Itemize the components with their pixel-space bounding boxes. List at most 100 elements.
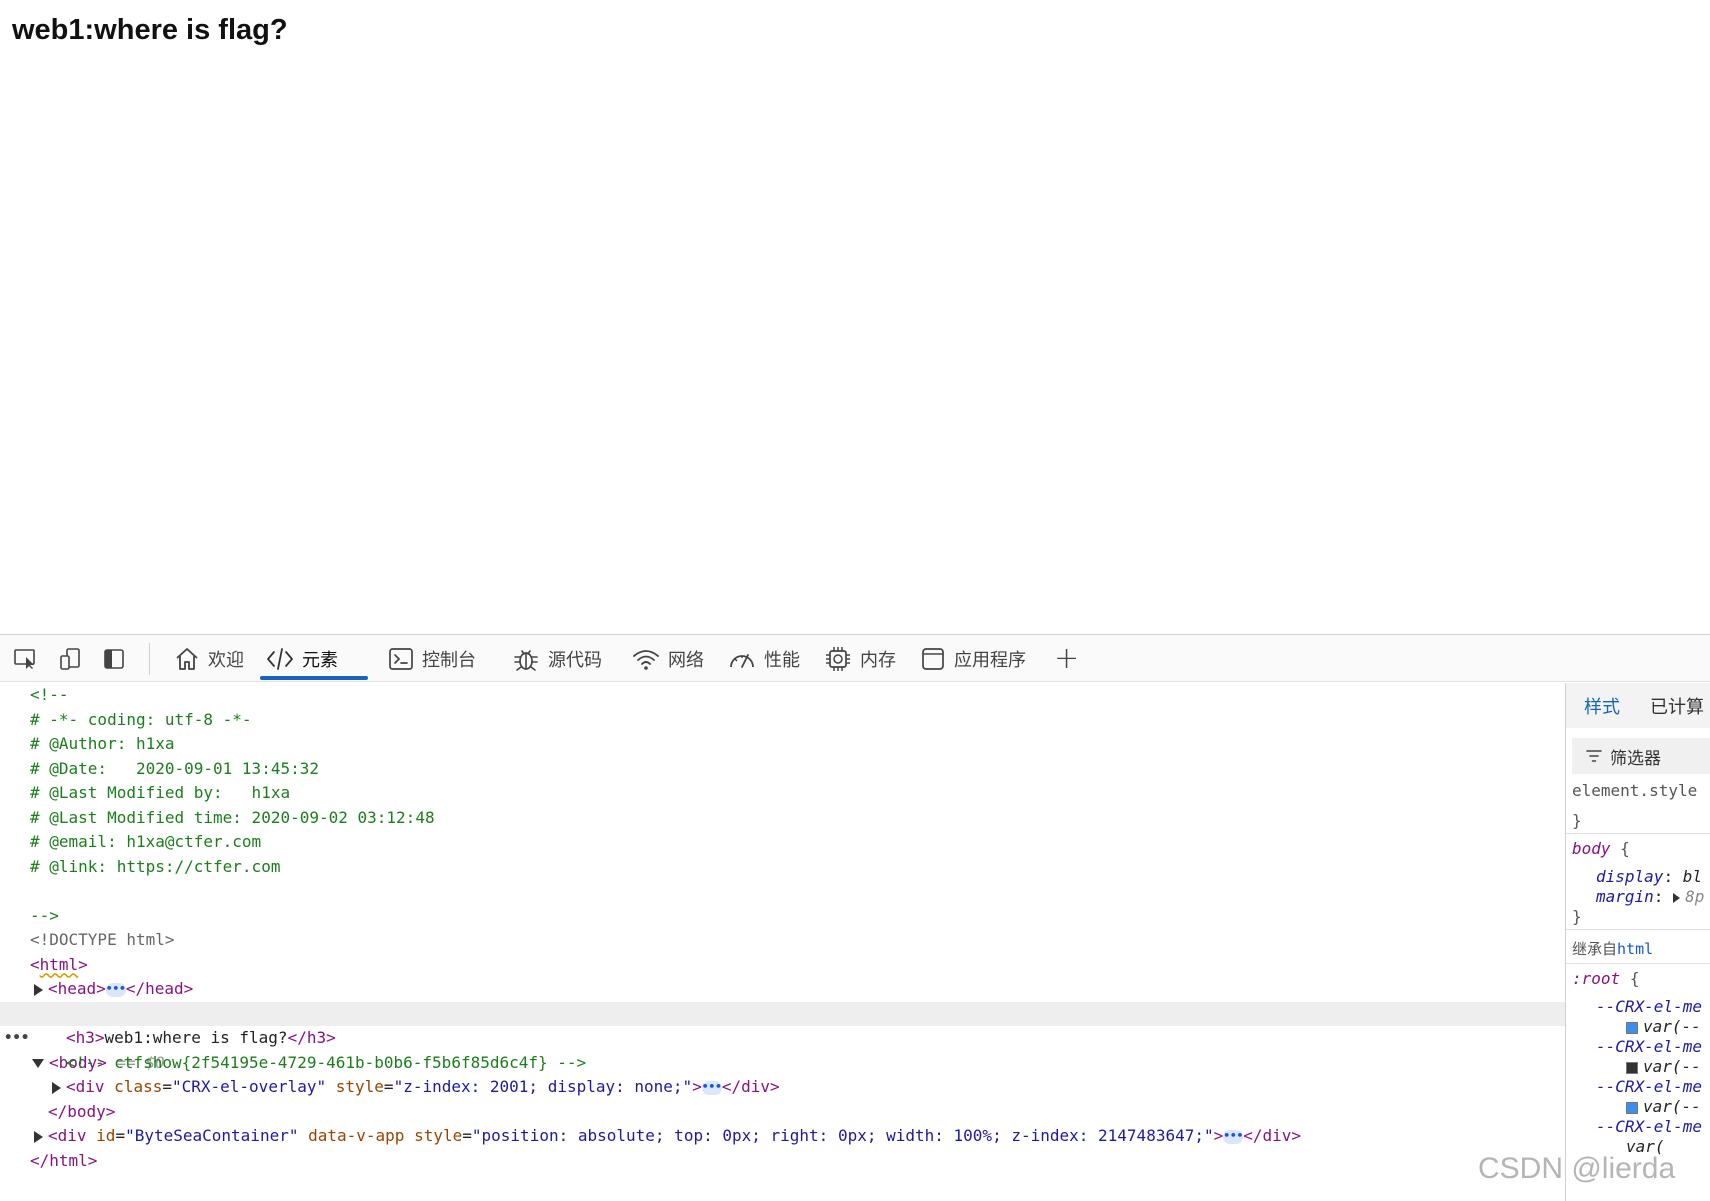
- color-swatch[interactable]: [1626, 1021, 1638, 1034]
- close-brace: }: [1572, 811, 1582, 830]
- tab-network-label: 网络: [668, 649, 704, 671]
- property-value: var(--: [1643, 1097, 1701, 1116]
- css-property[interactable]: display: bl: [1596, 867, 1702, 886]
- collapse-arrow-icon[interactable]: [32, 1058, 44, 1068]
- comment-line[interactable]: # -*- coding: utf-8 -*-: [30, 708, 1565, 733]
- flag-comment-node[interactable]: <!-- ctfshow{2f54195e-4729-461b-b0b6-f5b…: [66, 1051, 1565, 1076]
- filter-icon: [1586, 750, 1602, 762]
- expand-arrow-icon[interactable]: [34, 983, 43, 996]
- bytesea-div-node[interactable]: <div id="ByteSeaContainer" data-v-app st…: [34, 1124, 1565, 1149]
- expand-arrow-icon[interactable]: [34, 1130, 43, 1143]
- tab-console[interactable]: 控制台: [382, 635, 482, 682]
- open-brace: {: [1620, 839, 1630, 858]
- property-name: --CRX-el-me: [1596, 1117, 1702, 1136]
- ellipsis-button[interactable]: •••: [1223, 1129, 1244, 1144]
- body-close-tag-name: body: [67, 1101, 106, 1121]
- add-tab-button[interactable]: +: [1048, 635, 1085, 682]
- tab-performance[interactable]: 性能: [722, 635, 806, 682]
- html-close-node[interactable]: </html>: [30, 1149, 1565, 1174]
- attr-value: "ByteSeaContainer": [125, 1126, 299, 1145]
- head-node[interactable]: <head>•••</head>: [34, 977, 1565, 1002]
- dock-side-icon[interactable]: [100, 645, 128, 673]
- color-swatch[interactable]: [1626, 1061, 1638, 1074]
- css-variable[interactable]: --CRX-el-me: [1596, 997, 1702, 1016]
- code-icon: [267, 647, 293, 670]
- element-style-selector[interactable]: element.style: [1572, 781, 1697, 800]
- device-emulation-icon[interactable]: [56, 645, 84, 673]
- inherited-label: 继承自: [1572, 940, 1618, 958]
- rule-divider: [1566, 833, 1710, 834]
- overlay-div-node[interactable]: <div class="CRX-el-overlay" style="z-ind…: [52, 1075, 1565, 1100]
- css-variable[interactable]: --CRX-el-me: [1596, 1117, 1702, 1136]
- css-variable-value[interactable]: var(--: [1626, 1057, 1701, 1076]
- html-tag-name: html: [39, 954, 79, 974]
- comment-line[interactable]: [30, 879, 1565, 904]
- comment-line[interactable]: # @Author: h1xa: [30, 732, 1565, 757]
- comment-line[interactable]: -->: [30, 904, 1565, 929]
- tab-sources[interactable]: 源代码: [506, 635, 608, 682]
- ellipsis-button[interactable]: •••: [105, 982, 126, 997]
- color-swatch[interactable]: [1626, 1101, 1638, 1114]
- inherited-link[interactable]: html: [1617, 940, 1653, 958]
- filter-label: 筛选器: [1610, 748, 1661, 769]
- comment-line[interactable]: # @Last Modified by: h1xa: [30, 781, 1565, 806]
- devtools-toolbar: 欢迎 元素 控制台 源代码 网络 性能 内存 应用程序 +: [0, 635, 1710, 682]
- root-rule-header[interactable]: :root {: [1572, 969, 1639, 988]
- doctype-node[interactable]: <!DOCTYPE html>: [30, 928, 1565, 953]
- root-selector: :root: [1572, 969, 1621, 988]
- more-actions-icon[interactable]: •••: [4, 1026, 29, 1051]
- chip-icon: [826, 646, 850, 671]
- tab-performance-label: 性能: [764, 649, 800, 671]
- property-name: --CRX-el-me: [1596, 997, 1702, 1016]
- inspect-element-icon[interactable]: [12, 645, 40, 673]
- bug-icon: [514, 649, 538, 671]
- property-value: var(--: [1643, 1057, 1701, 1076]
- tab-styles[interactable]: 样式: [1584, 693, 1620, 719]
- head-tag-name: head: [57, 979, 97, 998]
- property-value: var(--: [1643, 1017, 1701, 1036]
- tab-memory[interactable]: 内存: [818, 635, 902, 682]
- comment-line[interactable]: # @email: h1xa@ctfer.com: [30, 830, 1565, 855]
- rule-divider: [1566, 963, 1710, 964]
- comment-line[interactable]: <!--: [30, 683, 1565, 708]
- ellipsis-button[interactable]: •••: [701, 1080, 722, 1095]
- tab-elements[interactable]: 元素: [260, 635, 368, 682]
- comment-line[interactable]: # @Date: 2020-09-01 13:45:32: [30, 757, 1565, 782]
- expand-arrow-icon[interactable]: [52, 1081, 61, 1094]
- wifi-icon: [633, 649, 659, 670]
- tab-network[interactable]: 网络: [626, 635, 710, 682]
- h3-text: web1:where is flag?: [104, 1028, 288, 1047]
- body-close-node[interactable]: </body>: [48, 1100, 1565, 1125]
- attr-value: "z-index: 2001; display: none;": [393, 1077, 693, 1096]
- page-heading: web1:where is flag?: [12, 14, 288, 46]
- watermark: CSDN @lierda: [1478, 1152, 1676, 1185]
- tab-welcome[interactable]: 欢迎: [168, 635, 250, 682]
- filter-input[interactable]: 筛选器: [1572, 738, 1710, 774]
- css-variable-value[interactable]: var(--: [1626, 1097, 1701, 1116]
- plus-icon: +: [1054, 641, 1080, 676]
- property-name: margin: [1596, 887, 1654, 906]
- expand-arrow-icon[interactable]: [1673, 892, 1681, 903]
- body-rule-header[interactable]: body {: [1572, 839, 1630, 858]
- attr-name: data-v-app: [308, 1126, 405, 1145]
- home-icon: [176, 647, 198, 670]
- property-name: display: [1596, 867, 1664, 886]
- comment-line[interactable]: # @link: https://ctfer.com: [30, 855, 1565, 880]
- open-brace: {: [1629, 969, 1640, 988]
- property-name: --CRX-el-me: [1596, 1077, 1702, 1096]
- css-variable[interactable]: --CRX-el-me: [1596, 1037, 1702, 1056]
- tab-elements-label: 元素: [302, 649, 338, 671]
- tab-application[interactable]: 应用程序: [914, 635, 1032, 682]
- css-variable-value[interactable]: var(--: [1626, 1017, 1701, 1036]
- body-node[interactable]: ••• <body> == $0: [0, 1001, 1565, 1072]
- h3-node[interactable]: <h3>web1:where is flag?</h3>: [66, 1026, 1565, 1051]
- css-property[interactable]: margin: 8p: [1596, 887, 1704, 906]
- tab-computed[interactable]: 已计算: [1650, 693, 1704, 719]
- property-value: 8p: [1685, 887, 1705, 906]
- attr-name: class: [114, 1077, 163, 1096]
- console-icon: [389, 647, 413, 670]
- attr-name: style: [414, 1126, 463, 1145]
- css-variable[interactable]: --CRX-el-me: [1596, 1077, 1702, 1096]
- html-node[interactable]: <html>: [30, 953, 1565, 978]
- comment-line[interactable]: # @Last Modified time: 2020-09-02 03:12:…: [30, 806, 1565, 831]
